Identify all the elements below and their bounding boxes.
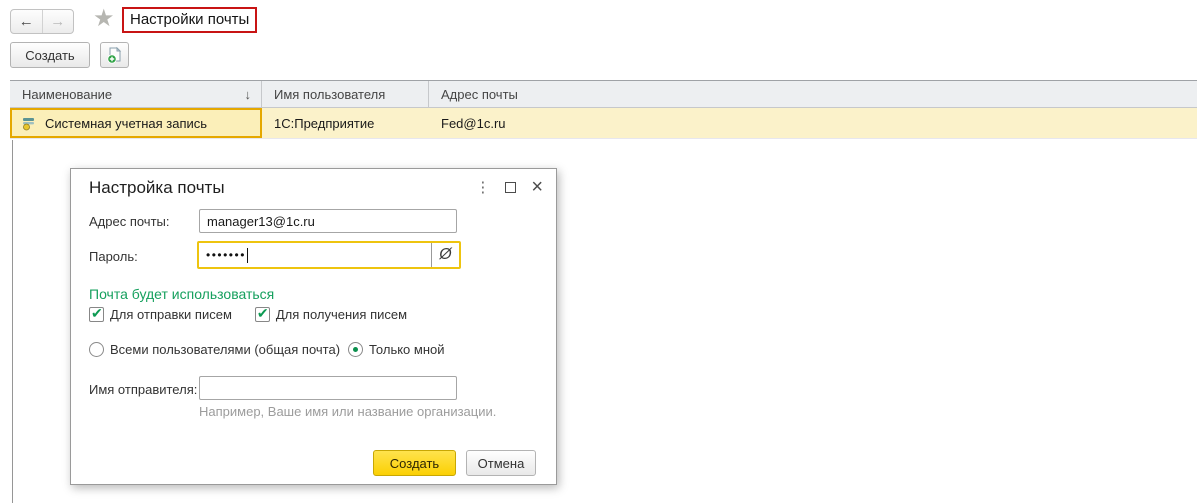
radio-all-users[interactable]: Всеми пользователями (общая почта) <box>89 342 340 357</box>
column-header-email[interactable]: Адрес почты <box>429 81 1197 107</box>
email-input[interactable] <box>199 209 457 233</box>
mail-settings-dialog: Настройка почты ⋮ × Адрес почты: Пароль:… <box>70 168 557 485</box>
radio-only-me[interactable]: Только мной <box>348 342 445 357</box>
back-arrow-icon: ← <box>18 13 34 30</box>
cell-email[interactable]: Fed@1c.ru <box>429 108 1197 138</box>
password-input[interactable]: ••••••• Ø <box>197 241 461 269</box>
dialog-footer: Создать Отмена <box>373 450 536 476</box>
table-header-row: Наименование ↓ Имя пользователя Адрес по… <box>10 80 1197 108</box>
eye-slash-icon[interactable]: Ø <box>431 243 459 267</box>
radio-circle[interactable] <box>89 342 104 357</box>
column-header-name[interactable]: Наименование ↓ <box>10 81 262 107</box>
radio-circle-selected[interactable] <box>348 342 363 357</box>
dialog-title: Настройка почты <box>89 178 225 197</box>
user-name: 1С:Предприятие <box>274 115 375 131</box>
email-value: Fed@1c.ru <box>441 115 506 131</box>
forward-arrow-icon: → <box>50 13 66 30</box>
dialog-create-button[interactable]: Создать <box>373 450 456 476</box>
page-title: Настройки почты <box>122 7 258 33</box>
favorite-star-icon[interactable]: ★ <box>93 4 115 33</box>
mail-account-icon <box>23 117 34 130</box>
kebab-menu-icon[interactable]: ⋮ <box>475 178 490 196</box>
text-caret <box>246 247 248 263</box>
dialog-cancel-button[interactable]: Отмена <box>466 450 536 476</box>
document-plus-icon <box>106 46 121 64</box>
password-masked-value: ••••••• <box>206 248 246 262</box>
new-group-button[interactable] <box>100 42 129 68</box>
checkbox-label: Для получения писем <box>275 307 408 322</box>
cell-account-name[interactable]: Системная учетная запись <box>10 108 262 138</box>
back-button[interactable]: ← <box>11 10 42 33</box>
usage-section-heading: Почта будет использоваться <box>89 286 275 302</box>
sender-hint-text: Например, Ваше имя или название организа… <box>199 404 497 419</box>
checkbox-receive-mail[interactable]: ✔ Для получения писем <box>254 305 408 322</box>
sort-down-icon[interactable]: ↓ <box>245 87 252 102</box>
checkmark-icon: ✔ <box>256 305 269 321</box>
sender-name-input[interactable] <box>199 376 457 400</box>
column-header-user[interactable]: Имя пользователя <box>262 81 429 107</box>
checkbox-send-mail[interactable]: ✔ Для отправки писем <box>89 305 232 322</box>
mail-accounts-table: Наименование ↓ Имя пользователя Адрес по… <box>10 80 1197 139</box>
history-nav-group: ← → <box>10 9 74 34</box>
close-icon[interactable]: × <box>531 177 543 197</box>
column-label: Имя пользователя <box>274 86 386 102</box>
sender-field-label: Имя отправителя: <box>89 382 198 397</box>
password-field-label: Пароль: <box>89 249 138 264</box>
radio-dot <box>353 347 358 352</box>
table-row[interactable]: Системная учетная запись 1С:Предприятие … <box>10 108 1197 139</box>
column-label: Наименование <box>22 86 113 102</box>
maximize-icon[interactable] <box>505 181 517 193</box>
checkbox-label: Для отправки писем <box>110 307 232 322</box>
create-button[interactable]: Создать <box>10 42 90 68</box>
checkbox-box[interactable]: ✔ <box>89 305 104 322</box>
usage-checkbox-row: ✔ Для отправки писем ✔ Для получения пис… <box>89 305 408 322</box>
dialog-window-controls: ⋮ × <box>475 177 543 197</box>
checkmark-icon: ✔ <box>91 305 103 321</box>
column-label: Адрес почты <box>441 86 518 102</box>
account-name: Системная учетная запись <box>45 115 208 131</box>
radio-label: Только мной <box>369 342 445 357</box>
email-field-label: Адрес почты: <box>89 214 170 229</box>
table-body-left-border <box>12 140 13 503</box>
cell-user-name[interactable]: 1С:Предприятие <box>262 108 429 138</box>
forward-button[interactable]: → <box>41 10 74 33</box>
radio-label: Всеми пользователями (общая почта) <box>110 342 341 357</box>
checkbox-box[interactable]: ✔ <box>254 305 270 322</box>
